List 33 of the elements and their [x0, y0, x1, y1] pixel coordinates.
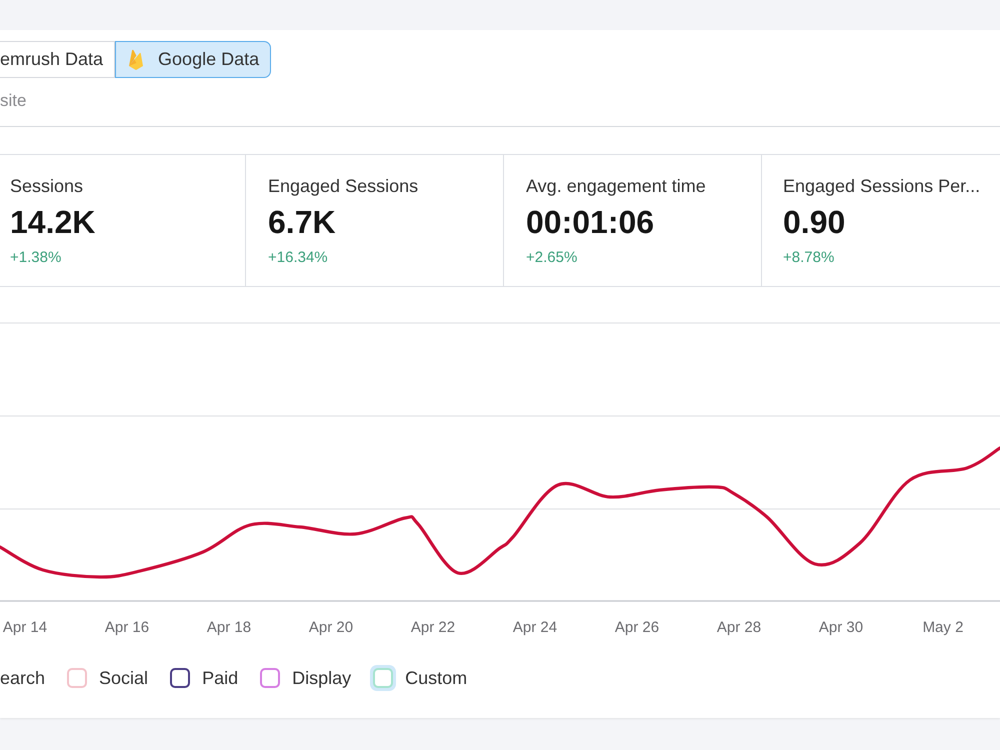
x-axis-label: Apr 20 — [308, 619, 354, 636]
x-axis-label: Apr 28 — [716, 619, 762, 636]
x-axis-label: May 2 — [922, 619, 964, 636]
metric-value: 14.2K — [10, 203, 96, 241]
x-axis-label: Apr 16 — [104, 619, 150, 636]
x-axis-label: Apr 26 — [614, 619, 660, 636]
metric-label: Engaged Sessions — [268, 175, 418, 197]
legend-label: Social — [99, 667, 148, 689]
metric-value: 0.90 — [783, 203, 846, 241]
x-axis-label: Apr 22 — [410, 619, 456, 636]
x-axis-label: Apr 24 — [512, 619, 558, 636]
metric-value: 6.7K — [268, 203, 336, 241]
legend-label: earch — [0, 667, 46, 689]
flame-icon — [128, 48, 144, 70]
metric-change: +1.38% — [10, 248, 62, 268]
checkbox[interactable] — [170, 668, 190, 688]
metric-label: Avg. engagement time — [526, 175, 706, 197]
metric-change: +2.65% — [526, 248, 578, 268]
metric-label: Engaged Sessions Per... — [783, 175, 980, 197]
legend-label: Custom — [405, 667, 468, 689]
legend-label: Paid — [202, 667, 238, 689]
legend-label: Display — [292, 667, 352, 689]
x-axis-label: Apr 18 — [206, 619, 252, 636]
segment-button[interactable]: emrush Data — [0, 41, 116, 78]
metric-value: 00:01:06 — [526, 203, 654, 241]
checkbox[interactable] — [260, 668, 280, 688]
x-axis-label: Apr 14 — [2, 619, 48, 636]
metric-label: Sessions — [10, 175, 84, 197]
metric-change: +16.34% — [268, 248, 328, 268]
x-axis-label: Apr 30 — [818, 619, 864, 636]
metric-change: +8.78% — [783, 248, 834, 268]
segment-button[interactable]: Google Data — [115, 41, 272, 78]
subtitle-text: site — [0, 90, 26, 112]
